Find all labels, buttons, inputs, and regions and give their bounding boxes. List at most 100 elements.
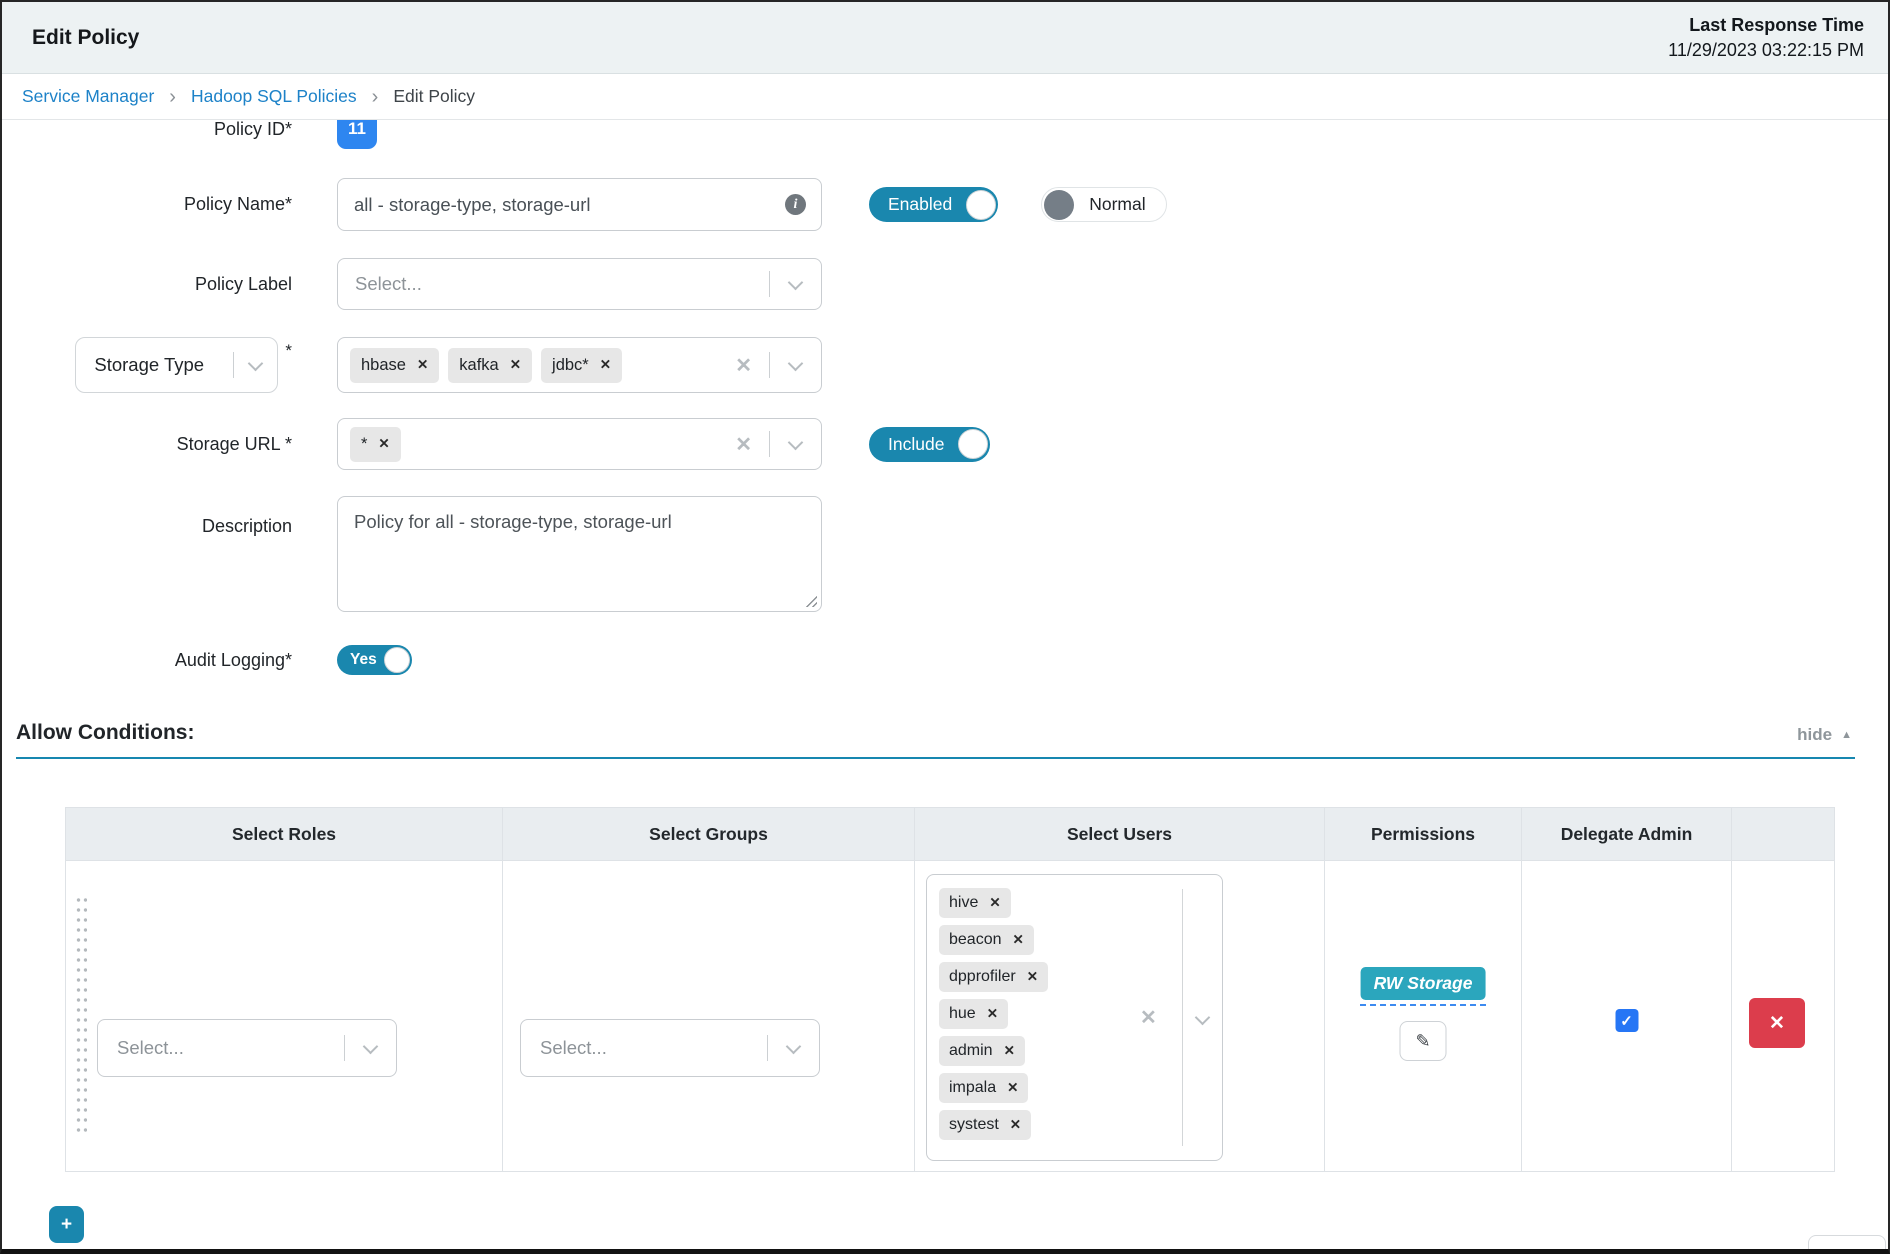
col-header-permissions: Permissions bbox=[1325, 808, 1522, 860]
allow-conditions-header: Allow Conditions: hide ▲ bbox=[16, 721, 1855, 759]
policy-id-label: Policy ID* bbox=[214, 120, 292, 140]
last-response-time-value: 11/29/2023 03:22:15 PM bbox=[1668, 40, 1864, 61]
cell-select-users: hive ✕ beacon ✕ dpprofiler ✕ bbox=[915, 861, 1325, 1171]
groups-select-placeholder: Select... bbox=[535, 1037, 767, 1059]
scroll-peek-element bbox=[1808, 1235, 1886, 1249]
tag-label: jdbc* bbox=[552, 356, 589, 375]
tag-remove-icon[interactable]: ✕ bbox=[510, 357, 521, 373]
policy-priority-toggle[interactable]: Normal bbox=[1041, 187, 1166, 222]
chevron-down-icon[interactable] bbox=[788, 355, 804, 371]
tag-remove-icon[interactable]: ✕ bbox=[1010, 1117, 1021, 1133]
breadcrumb: Service Manager › Hadoop SQL Policies › … bbox=[2, 74, 1888, 120]
close-icon: ✕ bbox=[1769, 1012, 1785, 1035]
breadcrumb-service-manager[interactable]: Service Manager bbox=[22, 86, 154, 107]
select-divider bbox=[769, 431, 770, 457]
breadcrumb-hadoop-sql-policies[interactable]: Hadoop SQL Policies bbox=[191, 86, 357, 107]
cell-actions: ✕ bbox=[1732, 861, 1836, 1171]
tag-remove-icon[interactable]: ✕ bbox=[989, 895, 1000, 911]
collapse-arrow-icon: ▲ bbox=[1841, 729, 1852, 741]
storage-type-tag: kafka ✕ bbox=[448, 348, 532, 383]
page-header: Edit Policy Last Response Time 11/29/202… bbox=[2, 2, 1888, 74]
policy-enabled-toggle[interactable]: Enabled bbox=[869, 187, 998, 222]
tag-remove-icon[interactable]: ✕ bbox=[600, 357, 611, 373]
col-header-actions bbox=[1732, 808, 1836, 860]
clear-all-icon[interactable]: ✕ bbox=[1140, 1005, 1157, 1030]
storage-type-dropdown[interactable]: Storage Type bbox=[75, 337, 278, 393]
chevron-down-icon[interactable] bbox=[363, 1038, 379, 1054]
tag-remove-icon[interactable]: ✕ bbox=[417, 357, 428, 373]
tag-remove-icon[interactable]: ✕ bbox=[1027, 969, 1038, 985]
edit-permissions-button[interactable]: ✎ bbox=[1400, 1021, 1447, 1061]
user-tag: dpprofiler ✕ bbox=[939, 962, 1048, 992]
user-tag: admin ✕ bbox=[939, 1036, 1025, 1066]
user-tag: hue ✕ bbox=[939, 999, 1008, 1029]
last-response-time-label: Last Response Time bbox=[1668, 15, 1864, 36]
drag-handle[interactable] bbox=[75, 895, 87, 1133]
cell-select-groups: Select... bbox=[503, 861, 915, 1171]
tag-label: systest bbox=[949, 1116, 999, 1134]
hide-section-button[interactable]: hide ▲ bbox=[1797, 725, 1855, 745]
tag-label: * bbox=[361, 435, 367, 454]
toggle-knob bbox=[958, 429, 988, 459]
storage-url-include-toggle[interactable]: Include bbox=[869, 427, 990, 462]
tag-label: hbase bbox=[361, 356, 406, 375]
chevron-down-icon[interactable] bbox=[248, 355, 264, 371]
policy-id-row: Policy ID* 11 bbox=[2, 120, 1888, 164]
user-tag: beacon ✕ bbox=[939, 925, 1034, 955]
chevron-down-icon[interactable] bbox=[786, 1038, 802, 1054]
tag-label: admin bbox=[949, 1042, 993, 1060]
users-select[interactable]: hive ✕ beacon ✕ dpprofiler ✕ bbox=[926, 874, 1223, 1161]
tag-remove-icon[interactable]: ✕ bbox=[1004, 1043, 1015, 1059]
tag-label: beacon bbox=[949, 931, 1002, 949]
roles-select[interactable]: Select... bbox=[97, 1019, 397, 1077]
policy-label-row: Policy Label Select... bbox=[2, 258, 1888, 310]
delete-condition-button[interactable]: ✕ bbox=[1749, 998, 1805, 1048]
allow-conditions-table: Select Roles Select Groups Select Users … bbox=[65, 807, 1835, 1172]
policy-label-select[interactable]: Select... bbox=[337, 258, 822, 310]
col-header-select-users: Select Users bbox=[915, 808, 1325, 860]
policy-name-row: Policy Name* all - storage-type, storage… bbox=[2, 178, 1888, 231]
add-condition-button[interactable]: + bbox=[49, 1206, 84, 1243]
toggle-knob bbox=[966, 190, 996, 220]
breadcrumb-separator-icon: › bbox=[169, 87, 176, 107]
clear-all-icon[interactable]: ✕ bbox=[735, 432, 752, 457]
tag-label: hue bbox=[949, 1005, 976, 1023]
groups-select[interactable]: Select... bbox=[520, 1019, 820, 1077]
select-divider bbox=[1182, 889, 1183, 1146]
policy-priority-toggle-label: Normal bbox=[1089, 194, 1145, 215]
tag-remove-icon[interactable]: ✕ bbox=[378, 436, 389, 452]
info-icon[interactable]: i bbox=[785, 194, 806, 215]
chevron-down-icon[interactable] bbox=[788, 434, 804, 450]
last-response-time: Last Response Time 11/29/2023 03:22:15 P… bbox=[1668, 15, 1864, 61]
description-textarea[interactable]: Policy for all - storage-type, storage-u… bbox=[337, 496, 822, 612]
edit-policy-form: Policy ID* 11 Policy Name* all - storage… bbox=[2, 120, 1888, 1243]
select-divider bbox=[769, 352, 770, 378]
audit-logging-toggle[interactable]: Yes bbox=[337, 645, 412, 675]
audit-logging-row: Audit Logging* Yes bbox=[2, 645, 1888, 675]
user-tag: systest ✕ bbox=[939, 1110, 1031, 1140]
storage-url-row: Storage URL * * ✕ ✕ bbox=[2, 418, 1888, 470]
roles-select-placeholder: Select... bbox=[112, 1037, 344, 1059]
tag-remove-icon[interactable]: ✕ bbox=[987, 1006, 998, 1022]
tag-remove-icon[interactable]: ✕ bbox=[1007, 1080, 1018, 1096]
storage-type-values-select[interactable]: hbase ✕ kafka ✕ jdbc* ✕ ✕ bbox=[337, 337, 822, 393]
chevron-down-icon[interactable] bbox=[1195, 1010, 1211, 1026]
clear-all-icon[interactable]: ✕ bbox=[735, 353, 752, 378]
description-label: Description bbox=[202, 516, 292, 537]
include-toggle-label: Include bbox=[888, 434, 944, 455]
description-value: Policy for all - storage-type, storage-u… bbox=[354, 511, 672, 532]
chevron-down-icon[interactable] bbox=[788, 274, 804, 290]
policy-label-label: Policy Label bbox=[195, 274, 292, 295]
col-header-delegate-admin: Delegate Admin bbox=[1522, 808, 1732, 860]
permission-badge[interactable]: RW Storage bbox=[1361, 967, 1486, 1000]
policy-name-input[interactable]: all - storage-type, storage-url i bbox=[337, 178, 822, 231]
hide-label: hide bbox=[1797, 725, 1832, 745]
tag-label: impala bbox=[949, 1079, 996, 1097]
tag-remove-icon[interactable]: ✕ bbox=[1013, 932, 1024, 948]
col-header-select-roles: Select Roles bbox=[66, 808, 503, 860]
policy-name-value: all - storage-type, storage-url bbox=[354, 194, 591, 216]
storage-url-tag: * ✕ bbox=[350, 427, 401, 462]
storage-url-values-select[interactable]: * ✕ ✕ bbox=[337, 418, 822, 470]
delegate-admin-checkbox[interactable]: ✓ bbox=[1615, 1009, 1638, 1032]
select-divider bbox=[769, 271, 770, 297]
